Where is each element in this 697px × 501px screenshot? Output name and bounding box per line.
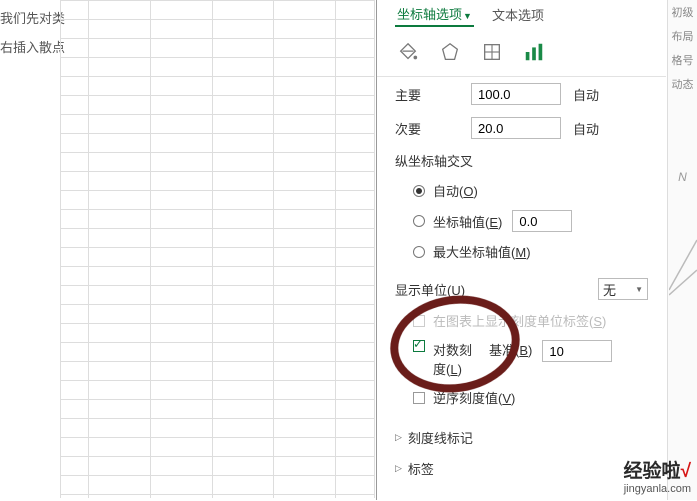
log-scale-label: 对数刻度(L) (433, 340, 477, 378)
cross-value-input[interactable] (512, 210, 572, 232)
page-intro-text: 我们先对类 右插入散点 (0, 8, 65, 66)
log-scale-checkbox[interactable] (413, 340, 425, 352)
format-axis-panel: 坐标轴选项▼ 文本选项 主要 自动 次要 自动 纵坐标轴交叉 自动( (376, 0, 666, 500)
minor-unit-input[interactable] (471, 117, 561, 139)
sub-tickmarks[interactable]: ▷刻度线标记 (377, 422, 666, 453)
display-units-select[interactable]: 无 ▼ (598, 278, 648, 300)
panel-content[interactable]: 主要 自动 次要 自动 纵坐标轴交叉 自动(O) 坐标轴值(E) 最大坐标轴值(… (377, 77, 666, 475)
panel-icon-row (377, 33, 666, 77)
axis-cross-section: 纵坐标轴交叉 (377, 145, 666, 176)
tri-right-icon: ▷ (395, 432, 402, 443)
chart-icon[interactable] (523, 41, 545, 66)
panel-tabs: 坐标轴选项▼ 文本选项 (377, 0, 666, 33)
right-label: 布局 (668, 24, 697, 48)
right-sidebar: 初级 布局 格号 动态 N (667, 0, 697, 500)
log-base-input[interactable] (542, 340, 612, 362)
major-unit-label: 主要 (395, 85, 471, 104)
check-icon: √ (681, 461, 691, 482)
cross-max-radio[interactable]: 最大坐标轴值(M) (377, 237, 666, 266)
major-unit-auto[interactable]: 自动 (573, 85, 599, 104)
major-unit-input[interactable] (471, 83, 561, 105)
right-label: 动态 (668, 72, 697, 96)
show-scale-labels-checkbox (413, 315, 425, 327)
right-n: N (668, 170, 697, 184)
effects-icon[interactable] (439, 41, 461, 66)
watermark: 经验啦√ jingyanla.com (624, 456, 691, 495)
cross-auto-radio[interactable]: 自动(O) (377, 176, 666, 205)
log-base-label: 基准(B) (489, 340, 532, 359)
radio-icon (413, 185, 425, 197)
right-label: 格号 (668, 48, 697, 72)
tri-right-icon: ▷ (395, 463, 402, 474)
chevron-down-icon: ▼ (635, 285, 643, 294)
minor-unit-auto[interactable]: 自动 (573, 119, 599, 138)
show-scale-labels-label: 在图表上显示刻度单位标签(S) (433, 311, 606, 330)
cross-value-radio[interactable]: 坐标轴值(E) (377, 205, 666, 237)
fill-icon[interactable] (397, 41, 419, 66)
size-props-icon[interactable] (481, 41, 503, 66)
spreadsheet-grid[interactable] (60, 0, 375, 498)
reverse-label: 逆序刻度值(V) (433, 388, 515, 407)
tab-text-options[interactable]: 文本选项 (490, 3, 546, 26)
tab-axis-options[interactable]: 坐标轴选项▼ (395, 2, 474, 27)
reverse-checkbox[interactable] (413, 392, 425, 404)
minor-unit-label: 次要 (395, 119, 471, 138)
radio-icon (413, 246, 425, 258)
radio-icon (413, 215, 425, 227)
chart-lines-icon (669, 200, 697, 300)
display-units-label: 显示单位(U) (395, 280, 588, 299)
right-label: 初级 (668, 0, 697, 24)
